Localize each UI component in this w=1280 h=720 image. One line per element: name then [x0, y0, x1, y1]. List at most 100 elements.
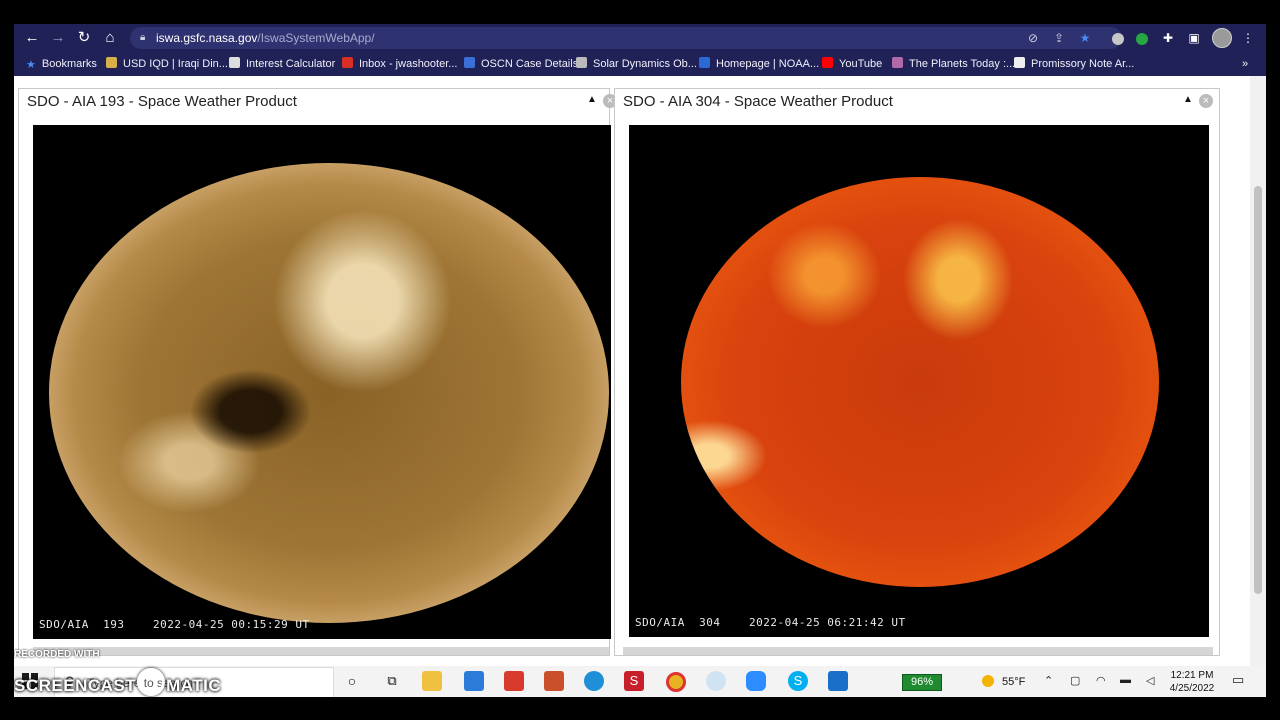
solar-image-304: SDO/AIA 304 2022-04-25 06:21:42 UT: [629, 125, 1209, 637]
browser-chrome: ← → ↻ ⌂ 🔒︎ iswa.gsfc.nasa.gov/IswaSystem…: [14, 24, 1266, 76]
close-icon[interactable]: ×: [1199, 94, 1213, 108]
chrome-icon[interactable]: [666, 672, 686, 692]
bookmarks-star-icon: ★: [26, 59, 36, 71]
extensions-puzzle-icon[interactable]: ✚: [1158, 28, 1178, 48]
document-app-icon[interactable]: [544, 671, 564, 691]
more-bookmarks-button[interactable]: »: [1242, 57, 1248, 71]
clock-date: 4/25/2022: [1169, 683, 1215, 694]
address-bar[interactable]: 🔒︎ iswa.gsfc.nasa.gov/IswaSystemWebApp/ …: [130, 27, 1122, 49]
bookmark-label: Bookmarks: [41, 58, 97, 70]
bookmark-item[interactable]: Homepage | NOAA...: [699, 57, 819, 71]
watermark-brand-left: SCREENCAST: [14, 676, 137, 695]
bookmark-item[interactable]: Interest Calculator: [229, 57, 335, 71]
watermark-brand-right: MATIC: [166, 676, 222, 695]
forward-arrow-icon[interactable]: →: [48, 28, 68, 48]
panel-aia-304: SDO - AIA 304 - Space Weather Product ▲ …: [614, 88, 1220, 656]
bookmark-label: The Planets Today :...: [909, 58, 1016, 70]
browser-toolbar: ← → ↻ ⌂ 🔒︎ iswa.gsfc.nasa.gov/IswaSystem…: [14, 24, 1266, 52]
extension-shield-icon[interactable]: [1108, 28, 1128, 48]
sun-disk-193: [49, 163, 609, 623]
notification-icon[interactable]: ▭: [1232, 672, 1244, 688]
watermark-recorded-with: RECORDED WITH: [14, 649, 100, 660]
bookmark-label: Promissory Note Ar...: [1031, 58, 1135, 70]
share-icon[interactable]: ⇪: [1050, 27, 1068, 49]
screencast-logo-icon: [137, 668, 166, 696]
battery-indicator[interactable]: 96%: [902, 674, 942, 691]
bookmark-label: USD IQD | Iraqi Din...: [123, 58, 228, 70]
skype-icon[interactable]: S: [788, 671, 808, 691]
letterbox-bottom: [0, 697, 1280, 720]
bookmark-label: OSCN Case Details: [481, 58, 579, 70]
sun-disk-304: [681, 177, 1159, 587]
panel-aia-193: SDO - AIA 193 - Space Weather Product ▲ …: [18, 88, 617, 656]
page-scrollbar[interactable]: [1250, 76, 1266, 666]
cortana-circle-icon[interactable]: ○: [342, 671, 362, 691]
menu-kebab-icon[interactable]: ⋮: [1238, 28, 1258, 48]
mail-icon[interactable]: [504, 671, 524, 691]
shield-icon: [464, 57, 475, 68]
scrollbar-thumb[interactable]: [1254, 186, 1262, 594]
collapse-triangle-icon[interactable]: ▲: [587, 94, 597, 105]
panel-footer: [33, 647, 609, 655]
temperature: 55°F: [1002, 676, 1026, 688]
bookmark-label: Solar Dynamics Ob...: [593, 58, 697, 70]
extension-check-icon[interactable]: [1132, 28, 1152, 48]
letterbox-top: [0, 0, 1280, 24]
bookmark-item[interactable]: Promissory Note Ar...: [1014, 57, 1134, 71]
home-icon[interactable]: ⌂: [100, 28, 120, 48]
photos-icon[interactable]: [828, 671, 848, 691]
back-arrow-icon[interactable]: ←: [22, 28, 42, 48]
youtube-icon: [822, 57, 833, 68]
bookmark-label: Interest Calculator: [246, 58, 336, 70]
url-path: /IswaSystemWebApp/: [257, 31, 375, 45]
weather-widget[interactable]: 55°F: [982, 675, 1025, 688]
url-host: iswa.gsfc.nasa.gov: [156, 31, 258, 45]
edge-icon[interactable]: [584, 671, 604, 691]
taskbar-clock[interactable]: 12:21 PM 4/25/2022: [1162, 669, 1222, 695]
bookmark-item[interactable]: Inbox - jwashooter...: [342, 57, 457, 71]
file-explorer-icon[interactable]: [422, 671, 442, 691]
task-view-icon[interactable]: ⧉: [382, 671, 402, 691]
bookmark-label: Homepage | NOAA...: [716, 58, 820, 70]
zoom-icon[interactable]: [746, 671, 766, 691]
screencast-watermark: SCREENCAST MATIC: [14, 668, 221, 696]
chevron-up-icon[interactable]: ⌃: [1044, 674, 1053, 687]
collapse-triangle-icon[interactable]: ▲: [1183, 94, 1193, 105]
profile-avatar[interactable]: [1212, 28, 1232, 48]
bookmark-label: YouTube: [839, 58, 883, 70]
currency-icon: [106, 57, 117, 68]
noaa-icon: [699, 57, 710, 68]
bookmarks-bar: ★ Bookmarks USD IQD | Iraqi Din... Intere…: [14, 52, 1266, 76]
weather-sun-icon: [982, 675, 994, 687]
bookmark-item[interactable]: USD IQD | Iraqi Din...: [106, 57, 228, 71]
page-content: SDO - AIA 193 - Space Weather Product ▲ …: [14, 76, 1266, 666]
panel-footer: [623, 647, 1213, 655]
app-s-icon[interactable]: S: [624, 671, 644, 691]
planet-icon: [892, 57, 903, 68]
battery-icon[interactable]: ▬: [1120, 674, 1131, 686]
wifi-icon[interactable]: ◠: [1096, 674, 1106, 687]
url-text: iswa.gsfc.nasa.gov/IswaSystemWebApp/: [156, 27, 375, 49]
lock-icon: 🔒︎: [140, 32, 146, 43]
bookmark-item[interactable]: OSCN Case Details: [464, 57, 578, 71]
reload-icon[interactable]: ↻: [74, 28, 94, 48]
bookmark-item[interactable]: YouTube: [822, 57, 882, 71]
volume-icon[interactable]: ◁: [1146, 674, 1154, 687]
solar-image-193: SDO/AIA 193 2022-04-25 00:15:29 UT: [33, 125, 611, 639]
gmail-icon: [342, 57, 353, 68]
side-panel-icon[interactable]: ▣: [1184, 28, 1204, 48]
image-caption: SDO/AIA 304 2022-04-25 06:21:42 UT: [635, 616, 906, 629]
bookmark-item[interactable]: Solar Dynamics Ob...: [576, 57, 697, 71]
circle-app-icon[interactable]: [706, 671, 726, 691]
store-icon[interactable]: [464, 671, 484, 691]
satellite-icon: [576, 57, 587, 68]
bookmark-item[interactable]: ★ Bookmarks: [26, 57, 97, 71]
calculator-icon: [229, 57, 240, 68]
bookmark-item[interactable]: The Planets Today :...: [892, 57, 1015, 71]
bookmark-star-icon[interactable]: ★: [1076, 27, 1094, 49]
panel-title: SDO - AIA 304 - Space Weather Product: [623, 93, 893, 110]
clock-time: 12:21 PM: [1170, 670, 1214, 681]
eye-off-icon[interactable]: ⊘: [1024, 27, 1042, 49]
meet-now-icon[interactable]: ▢: [1070, 674, 1080, 687]
image-caption: SDO/AIA 193 2022-04-25 00:15:29 UT: [39, 618, 310, 631]
